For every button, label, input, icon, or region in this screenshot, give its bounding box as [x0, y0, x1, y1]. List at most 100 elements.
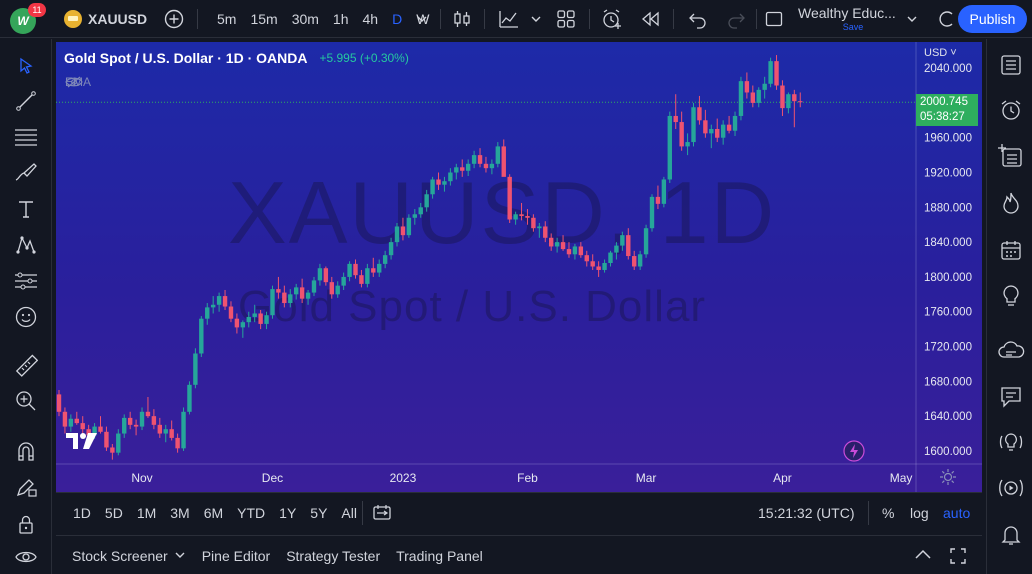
- alert-button[interactable]: [601, 0, 623, 38]
- time-tick-label: Dec: [262, 471, 283, 485]
- log-scale-toggle[interactable]: log: [910, 493, 929, 533]
- candle-body: [709, 129, 714, 134]
- interval-30m[interactable]: 30m: [285, 11, 326, 27]
- cursor-tool[interactable]: [11, 51, 41, 81]
- icon-tool[interactable]: [11, 302, 41, 332]
- candle-body: [442, 181, 447, 185]
- range-1y[interactable]: 1Y: [272, 505, 303, 521]
- interval-15m[interactable]: 15m: [243, 11, 284, 27]
- tab-stock-screener[interactable]: Stock Screener: [64, 548, 176, 564]
- symbol-label: XAUUSD: [88, 11, 148, 27]
- pattern-tool[interactable]: [11, 230, 41, 260]
- quick-search-button[interactable]: [938, 0, 956, 38]
- range-1m[interactable]: 1M: [130, 505, 163, 521]
- candle-body: [548, 237, 554, 247]
- maximize-panel-button[interactable]: [949, 547, 967, 568]
- lightning-badge-icon: [843, 440, 865, 462]
- indicators-button[interactable]: [498, 0, 520, 38]
- watchlist-button[interactable]: [996, 50, 1026, 80]
- auto-scale-toggle[interactable]: auto: [943, 493, 970, 533]
- candle-body: [388, 242, 394, 256]
- text-tool[interactable]: [11, 194, 41, 224]
- layout-name: Wealthy Educ...: [798, 5, 896, 21]
- range-all[interactable]: All: [334, 505, 364, 521]
- candle-body: [786, 94, 791, 109]
- publish-button[interactable]: Publish: [958, 5, 1027, 33]
- redo-button[interactable]: [726, 0, 746, 38]
- brush-tool[interactable]: [11, 158, 41, 188]
- last-price-badge: 2000.745 05:38:27: [916, 94, 978, 127]
- alarm-clock-icon: [1001, 100, 1021, 120]
- data-window-button[interactable]: [996, 141, 1026, 171]
- layout-dropdown-button[interactable]: [906, 0, 918, 38]
- candle-body: [596, 266, 601, 270]
- alerts-button[interactable]: [996, 95, 1026, 125]
- candle-body: [145, 411, 151, 417]
- chart-pane[interactable]: XAUUSD, 1D Gold Spot / U.S. Dollar 1600.…: [56, 42, 982, 492]
- hide-drawings-tool[interactable]: [11, 542, 41, 572]
- range-ytd[interactable]: YTD: [230, 505, 272, 521]
- ideas-button[interactable]: [996, 281, 1026, 311]
- tab-strategy-tester[interactable]: Strategy Tester: [278, 548, 388, 564]
- measure-tool[interactable]: [11, 351, 41, 381]
- user-menu[interactable]: W 11: [10, 3, 46, 34]
- prediction-tool[interactable]: [11, 266, 41, 296]
- bell-icon: [1001, 526, 1021, 545]
- layout-name-button[interactable]: Wealthy Educ... Save: [798, 5, 908, 32]
- chat-icon: [1001, 387, 1021, 408]
- plus-circle-icon: [164, 9, 184, 29]
- horizontal-lines-tool[interactable]: [11, 122, 41, 152]
- eye-hidden-icon[interactable]: [65, 75, 83, 89]
- broadcast-button[interactable]: [996, 473, 1026, 503]
- templates-button[interactable]: [556, 0, 576, 38]
- symbol-search[interactable]: XAUUSD: [64, 0, 147, 38]
- utc-clock[interactable]: 15:21:32 (UTC): [758, 493, 854, 533]
- interval-5m[interactable]: 5m: [210, 11, 243, 27]
- screener-dropdown-button[interactable]: [174, 549, 186, 564]
- tips-button[interactable]: [996, 427, 1026, 457]
- candle-body: [104, 431, 109, 448]
- tab-trading-panel[interactable]: Trading Panel: [388, 548, 491, 564]
- trend-line-tool[interactable]: [11, 86, 41, 116]
- lock-drawings-tool[interactable]: [11, 509, 41, 539]
- zoom-tool[interactable]: [11, 386, 41, 416]
- percent-scale-toggle[interactable]: %: [882, 493, 894, 533]
- pattern-icon: [16, 236, 36, 254]
- notifications-button[interactable]: [996, 520, 1026, 550]
- interval-dropdown-button[interactable]: [416, 0, 428, 38]
- range-6m[interactable]: 6M: [197, 505, 230, 521]
- range-3m[interactable]: 3M: [163, 505, 196, 521]
- currency-selector[interactable]: USD ˅: [924, 47, 957, 59]
- hotlists-button[interactable]: [996, 188, 1026, 218]
- fullscreen-layout-button[interactable]: [764, 0, 784, 38]
- candle-body: [703, 120, 708, 134]
- tab-pine-editor[interactable]: Pine Editor: [194, 548, 278, 564]
- magnet-tool[interactable]: [11, 436, 41, 466]
- interval-1h[interactable]: 1h: [326, 11, 356, 27]
- calendar-button[interactable]: [996, 235, 1026, 265]
- compare-button[interactable]: [164, 0, 184, 38]
- candle-body: [228, 306, 234, 319]
- indicators-dropdown-button[interactable]: [530, 0, 542, 38]
- alarm-plus-icon: [603, 9, 621, 29]
- stay-drawing-tool[interactable]: [11, 472, 41, 502]
- candle-body: [566, 249, 572, 255]
- date-range-selector: 1D 5D 1M 3M 6M YTD 1Y 5Y All: [66, 493, 364, 533]
- range-5d[interactable]: 5D: [98, 505, 130, 521]
- range-5y[interactable]: 5Y: [303, 505, 334, 521]
- candle-body: [495, 146, 501, 164]
- interval-d[interactable]: D: [385, 11, 409, 27]
- calendar-range-icon: [373, 505, 391, 520]
- collapse-panel-button[interactable]: [914, 547, 932, 566]
- range-1d[interactable]: 1D: [66, 505, 98, 521]
- chart-type-button[interactable]: [452, 0, 472, 38]
- chats-button[interactable]: [996, 382, 1026, 412]
- goto-date-button[interactable]: [372, 503, 392, 526]
- interval-4h[interactable]: 4h: [356, 11, 386, 27]
- time-tick-label: Apr: [773, 471, 792, 485]
- replay-button[interactable]: [640, 0, 660, 38]
- streams-button[interactable]: [996, 336, 1026, 366]
- price-change: +5.995 (+0.30%): [319, 51, 409, 65]
- candle-body: [448, 172, 453, 182]
- undo-button[interactable]: [688, 0, 708, 38]
